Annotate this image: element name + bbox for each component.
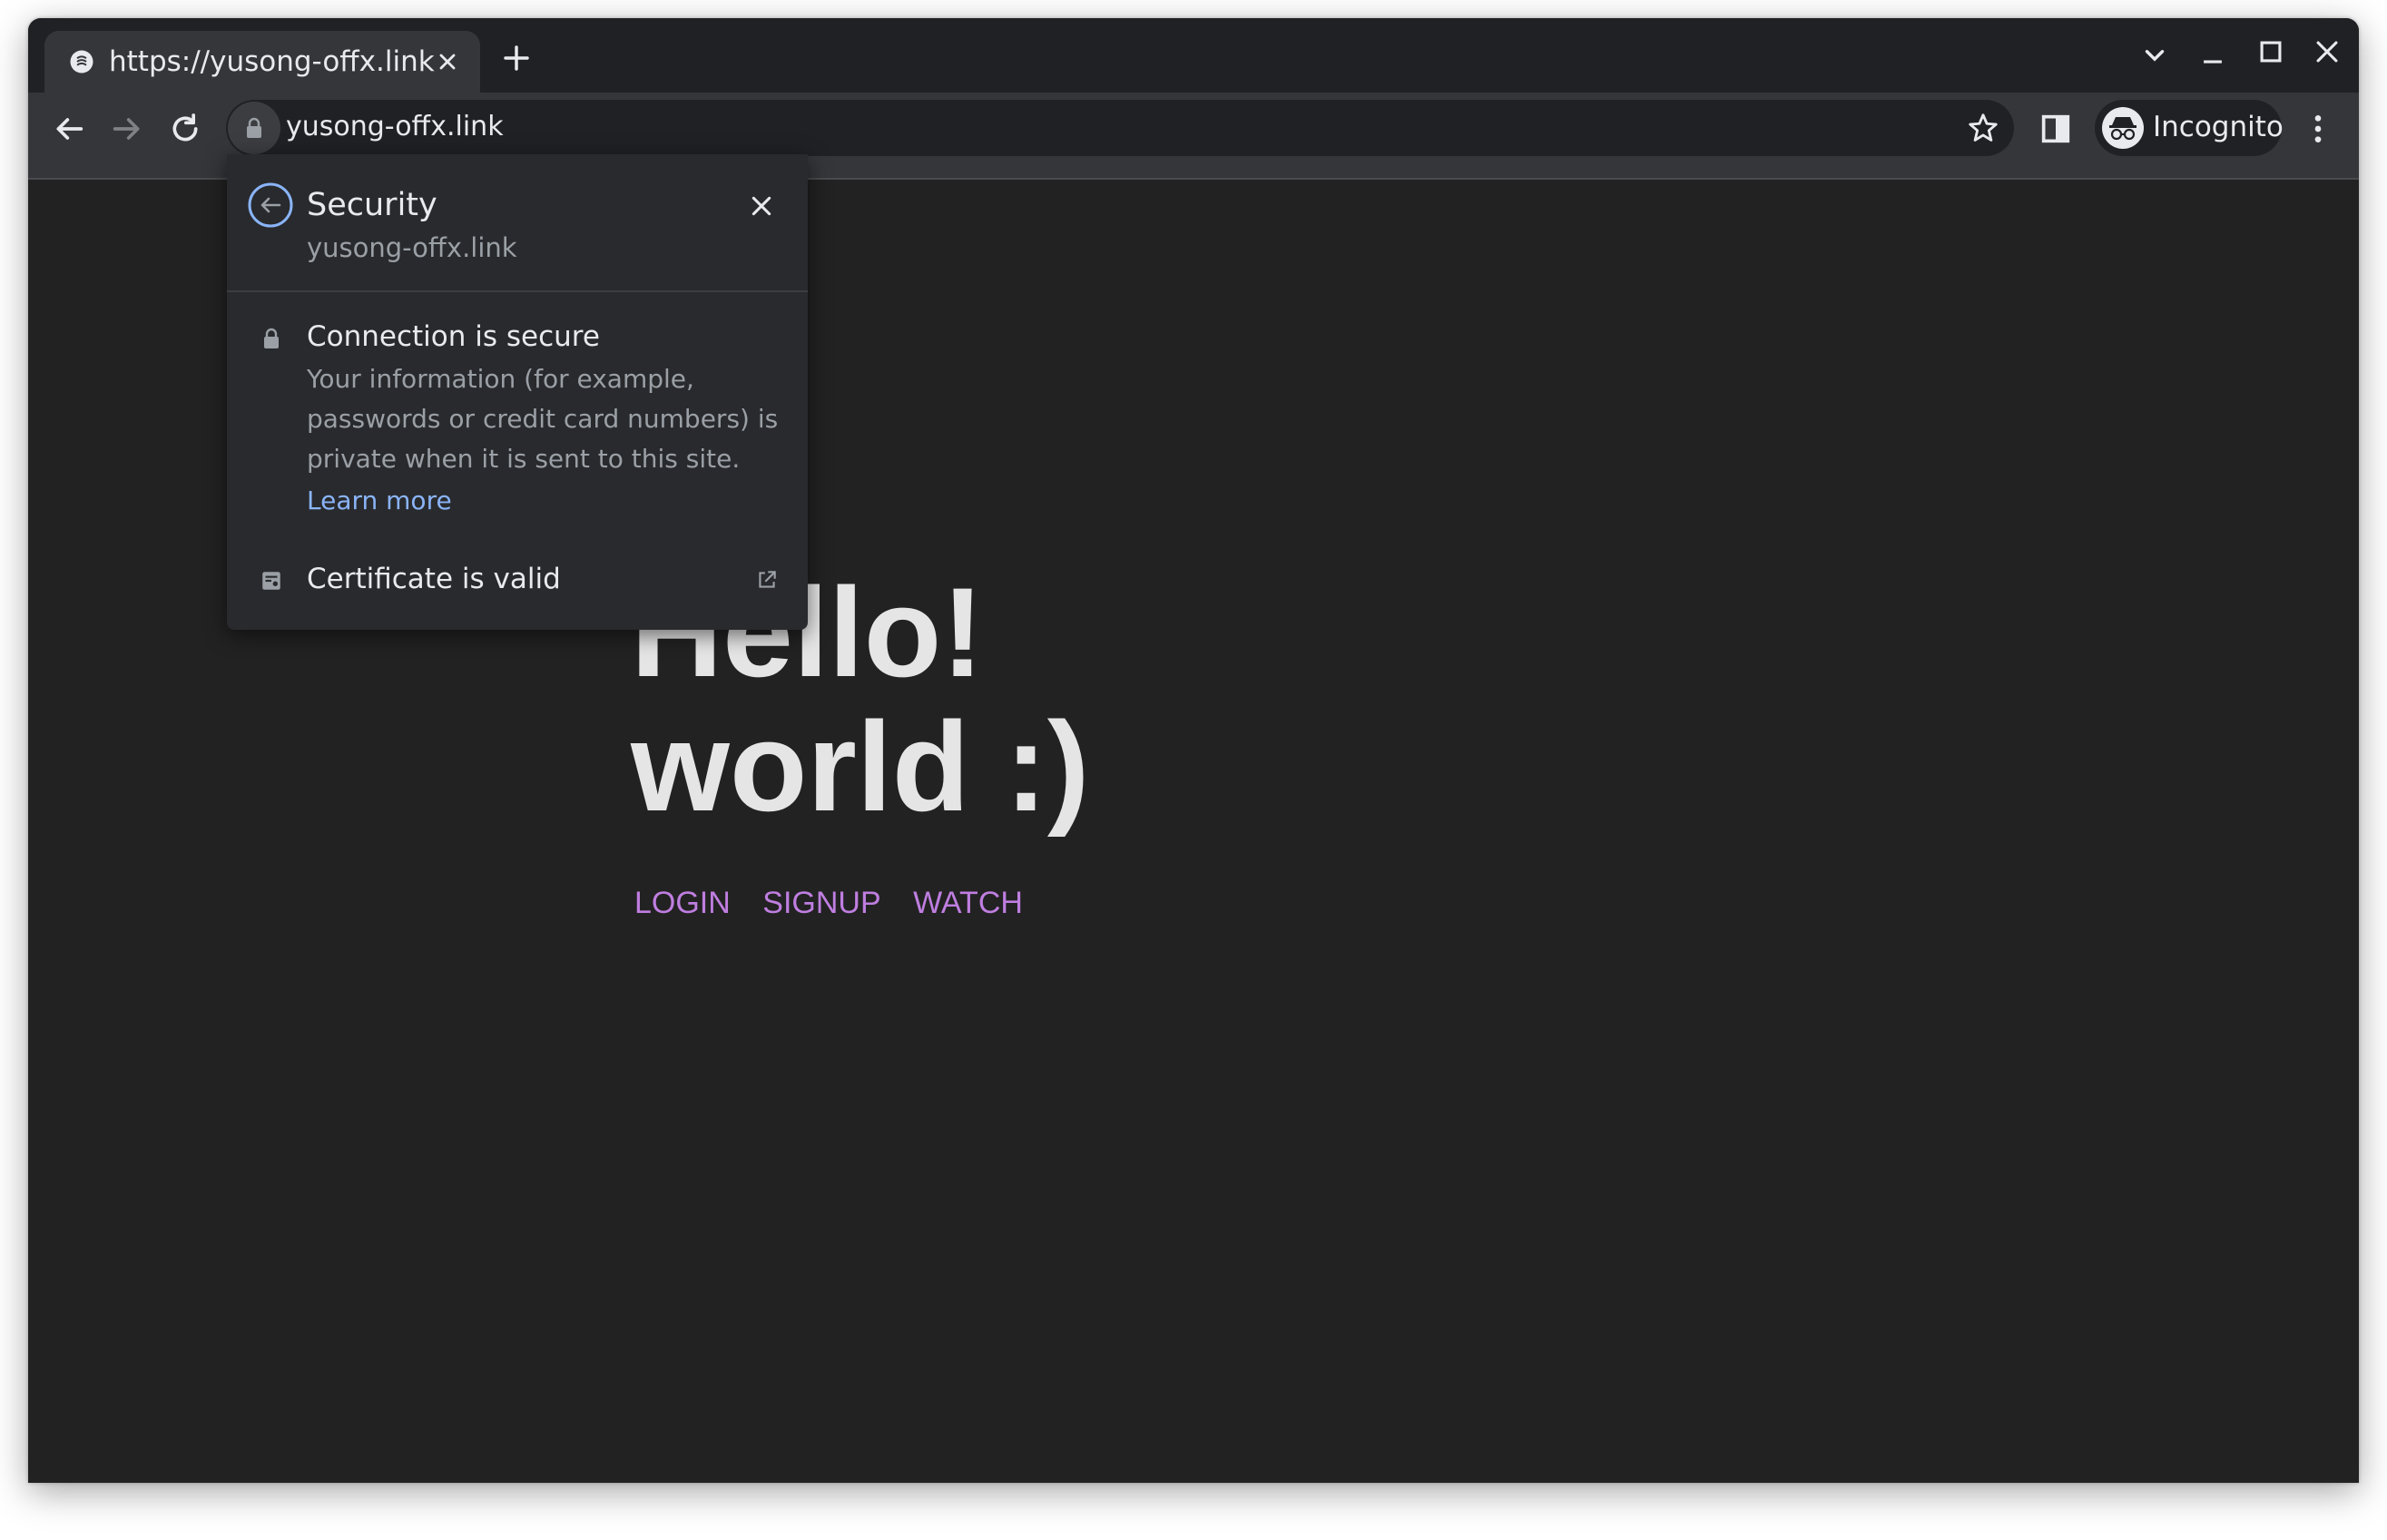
certificate-status[interactable]: Certificate is valid [307, 563, 561, 595]
back-arrow-icon[interactable] [247, 181, 294, 229]
divider [227, 290, 808, 292]
star-icon[interactable] [1966, 111, 2000, 145]
login-link[interactable]: LOGIN [634, 886, 731, 920]
reload-icon[interactable] [167, 111, 203, 147]
tab-strip: https://yusong-offx.link [28, 18, 2359, 93]
lock-icon [247, 117, 261, 138]
address-url[interactable]: yusong-offx.link [286, 111, 504, 142]
browser-window: https://yusong-offx.link yusong-offx.lin… [28, 18, 2359, 1483]
incognito-label: Incognito [2153, 111, 2284, 143]
popup-site: yusong-offx.link [307, 232, 517, 263]
watch-link[interactable]: WATCH [913, 886, 1023, 920]
site-info-button[interactable] [228, 102, 280, 154]
site-favicon-icon [70, 50, 93, 74]
minimize-icon[interactable] [2197, 40, 2228, 71]
connection-status-title[interactable]: Connection is secure [307, 320, 600, 353]
browser-tab[interactable]: https://yusong-offx.link [44, 31, 480, 93]
certificate-icon [262, 572, 280, 590]
learn-more-link[interactable]: Learn more [307, 481, 452, 521]
arrow-left-icon[interactable] [51, 111, 87, 147]
arrow-right-icon[interactable] [109, 111, 145, 147]
lock-icon [264, 328, 279, 348]
maximize-icon[interactable] [2255, 36, 2286, 67]
close-icon[interactable] [750, 194, 773, 218]
address-bar[interactable]: yusong-offx.link [226, 100, 2014, 156]
chevron-down-icon[interactable] [2139, 40, 2170, 71]
popup-title: Security [307, 187, 437, 223]
hero-line-2: world :) [631, 695, 1090, 838]
nav-links: LOGIN SIGNUP WATCH [634, 886, 1046, 921]
side-panel-icon[interactable] [2038, 111, 2074, 147]
incognito-indicator[interactable]: Incognito [2095, 100, 2284, 156]
external-link-icon[interactable] [755, 568, 779, 592]
security-popup: Security yusong-offx.link Connection is … [227, 154, 808, 630]
signup-link[interactable]: SIGNUP [762, 886, 880, 920]
close-tab-icon[interactable] [435, 49, 460, 74]
incognito-icon [2102, 107, 2144, 149]
kebab-menu-icon[interactable] [2300, 111, 2336, 147]
close-icon[interactable] [2312, 36, 2343, 67]
connection-description-text: Your information (for example, passwords… [307, 364, 779, 474]
plus-icon[interactable] [502, 44, 531, 73]
tab-title: https://yusong-offx.link [109, 45, 435, 78]
connection-description: Your information (for example, passwords… [307, 359, 797, 521]
